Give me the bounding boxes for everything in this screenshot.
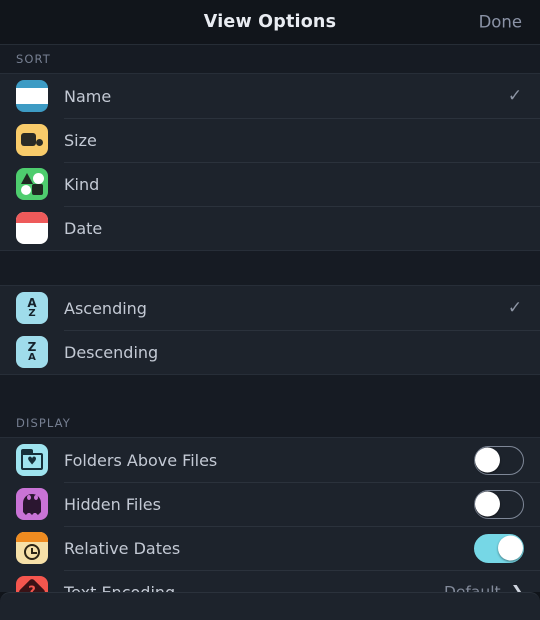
- ghost-icon: [16, 488, 48, 520]
- heart-glyph: ♥: [27, 454, 37, 468]
- list-item-date[interactable]: Date: [0, 206, 540, 250]
- list-item-label: Ascending: [64, 298, 147, 318]
- list-item-kind[interactable]: Kind: [0, 162, 540, 206]
- icon-letter-bottom: A: [28, 352, 36, 363]
- section-group-order: A Z Ascending ✓ Z A Descending: [0, 285, 540, 375]
- toggle-relative-dates[interactable]: [474, 533, 524, 563]
- bottom-sheet-edge: [0, 592, 540, 620]
- list-item-label: Descending: [64, 342, 159, 362]
- toggle-hidden-files[interactable]: [474, 489, 524, 519]
- list-item-ascending[interactable]: A Z Ascending ✓: [0, 286, 540, 330]
- done-button[interactable]: Done: [479, 13, 522, 32]
- list-item-size[interactable]: Size: [0, 118, 540, 162]
- sort-descending-icon: Z A: [16, 336, 48, 368]
- date-icon: [16, 212, 48, 244]
- icon-letter-bottom: Z: [28, 308, 36, 319]
- text-encoding-value: Default: [443, 583, 501, 592]
- section-header-display: DISPLAY: [0, 409, 540, 437]
- list-item-label: Name: [64, 86, 112, 106]
- question-glyph: ?: [28, 584, 36, 593]
- sort-ascending-icon: A Z: [16, 292, 48, 324]
- name-icon: [16, 80, 48, 112]
- section-gap: [0, 251, 540, 285]
- view-options-panel: View Options Done SORT Name ✓ Size Kind …: [0, 0, 540, 620]
- list-item-label: Text Encoding: [64, 582, 176, 593]
- options-list: SORT Name ✓ Size Kind Date A Z Ascending…: [0, 45, 540, 592]
- encoding-icon: ?: [16, 576, 48, 592]
- section-gap: [0, 375, 540, 409]
- list-item-name[interactable]: Name ✓: [0, 74, 540, 118]
- list-item-label: Folders Above Files: [64, 450, 218, 470]
- folder-heart-icon: ♥: [16, 444, 48, 476]
- list-item-text-encoding[interactable]: ? Text Encoding Default ❯: [0, 570, 540, 592]
- list-item-relative-dates[interactable]: Relative Dates: [0, 526, 540, 570]
- list-item-label: Relative Dates: [64, 538, 181, 558]
- checkmark-icon: ✓: [507, 297, 523, 318]
- panel-header: View Options Done: [0, 0, 540, 45]
- list-item-label: Date: [64, 218, 103, 238]
- size-icon: [16, 124, 48, 156]
- list-item-hidden-files[interactable]: Hidden Files: [0, 482, 540, 526]
- section-group-sort: Name ✓ Size Kind Date: [0, 73, 540, 251]
- list-item-label: Hidden Files: [64, 494, 161, 514]
- list-item-label: Kind: [64, 174, 100, 194]
- list-item-descending[interactable]: Z A Descending: [0, 330, 540, 374]
- section-group-display: ♥ Folders Above Files Hidden Files Relat…: [0, 437, 540, 592]
- section-header-sort: SORT: [0, 45, 540, 73]
- toggle-knob: [498, 535, 523, 561]
- toggle-knob: [475, 491, 500, 517]
- kind-icon: [16, 168, 48, 200]
- list-item-folders-above-files[interactable]: ♥ Folders Above Files: [0, 438, 540, 482]
- page-title: View Options: [203, 12, 337, 32]
- chevron-right-icon: ❯: [510, 582, 524, 593]
- checkmark-icon: ✓: [507, 85, 523, 106]
- toggle-knob: [475, 447, 500, 473]
- toggle-folders-above-files[interactable]: [474, 445, 524, 475]
- list-item-label: Size: [64, 130, 97, 150]
- calendar-clock-icon: [16, 532, 48, 564]
